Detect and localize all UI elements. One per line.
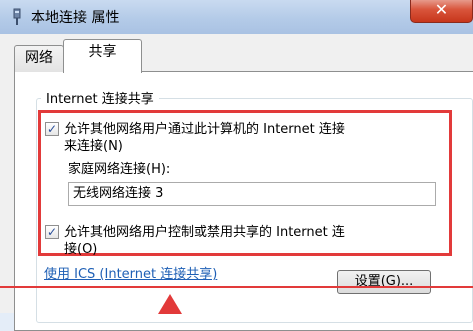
ics-help-link[interactable]: 使用 ICS (Internet 连接共享) (44, 263, 217, 282)
allow-connect-checkbox[interactable]: ✓ (45, 122, 59, 136)
home-network-label: 家庭网络连接(H): (68, 162, 171, 177)
settings-button[interactable]: 设置(G)... (337, 270, 431, 294)
tab-sharing[interactable]: 共享 (63, 39, 142, 73)
close-button[interactable]: ✕ (410, 0, 473, 23)
window-title: 本地连接 属性 (31, 10, 120, 26)
ics-group-title: Internet 连接共享 (41, 88, 159, 107)
network-adapter-icon (13, 8, 21, 25)
allow-control-label-line2: 接(O) (64, 242, 98, 257)
tab-network[interactable]: 网络 (14, 45, 64, 72)
red-arrow-icon (158, 294, 182, 314)
allow-connect-label-line2: 来连接(N) (64, 139, 123, 154)
allow-control-label-line1: 允许其他网络用户控制或禁用共享的 Internet 连 (64, 225, 345, 240)
red-annotation-line (0, 286, 473, 288)
home-network-field[interactable]: 无线网络连接 3 (68, 182, 436, 206)
title-bar: 本地连接 属性 ✕ (0, 0, 473, 35)
allow-control-checkbox[interactable]: ✓ (45, 225, 59, 239)
